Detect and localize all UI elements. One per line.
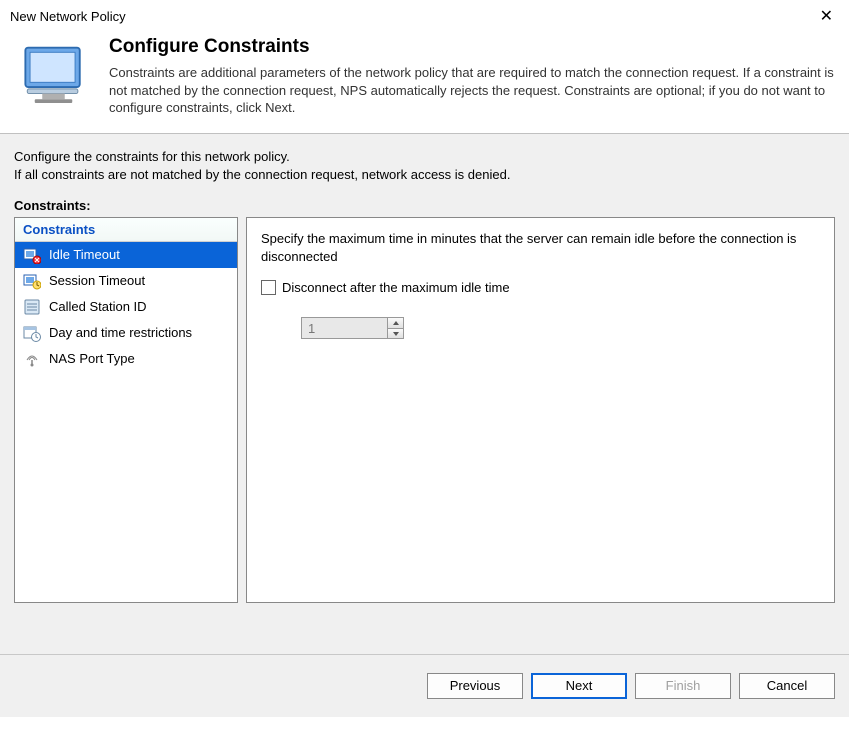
chevron-down-icon: [393, 332, 399, 336]
close-icon[interactable]: ✕: [814, 6, 839, 26]
disconnect-checkbox[interactable]: [261, 280, 276, 295]
intro-text: Configure the constraints for this netwo…: [14, 148, 835, 184]
window-title: New Network Policy: [10, 9, 126, 24]
constraint-item-label: Session Timeout: [49, 273, 145, 289]
previous-button[interactable]: Previous: [427, 673, 523, 699]
wizard-footer: Previous Next Finish Cancel: [0, 654, 849, 717]
constraint-item-called-station-id[interactable]: Called Station ID: [15, 294, 237, 320]
next-button[interactable]: Next: [531, 673, 627, 699]
constraint-item-label: Day and time restrictions: [49, 325, 192, 341]
constraint-item-idle-timeout[interactable]: Idle Timeout: [15, 242, 237, 268]
spinner-down-button[interactable]: [388, 329, 403, 339]
chevron-up-icon: [393, 321, 399, 325]
session-timeout-icon: [23, 272, 41, 290]
constraints-list: Constraints Idle Timeout Session Timeout…: [14, 217, 238, 603]
constraint-item-day-time-restrictions[interactable]: Day and time restrictions: [15, 320, 237, 346]
constraints-group-header: Constraints: [15, 218, 237, 242]
constraint-item-session-timeout[interactable]: Session Timeout: [15, 268, 237, 294]
disconnect-checkbox-label: Disconnect after the maximum idle time: [282, 280, 510, 295]
page-title: Configure Constraints: [109, 36, 839, 58]
monitor-icon: [16, 42, 91, 112]
constraint-item-label: NAS Port Type: [49, 351, 135, 367]
detail-description: Specify the maximum time in minutes that…: [261, 230, 820, 266]
wizard-body: Configure the constraints for this netwo…: [0, 134, 849, 654]
cancel-button[interactable]: Cancel: [739, 673, 835, 699]
constraint-item-label: Called Station ID: [49, 299, 147, 315]
constraint-item-nas-port-type[interactable]: NAS Port Type: [15, 346, 237, 372]
constraint-detail-panel: Specify the maximum time in minutes that…: [246, 217, 835, 603]
spinner-up-button[interactable]: [388, 318, 403, 329]
constraints-label: Constraints:: [14, 198, 835, 213]
day-time-icon: [23, 324, 41, 342]
constraint-item-label: Idle Timeout: [49, 247, 120, 263]
called-station-id-icon: [23, 298, 41, 316]
page-description: Constraints are additional parameters of…: [109, 64, 839, 117]
wizard-header: Configure Constraints Constraints are ad…: [0, 30, 849, 134]
idle-minutes-input[interactable]: 1: [301, 317, 388, 339]
titlebar: New Network Policy ✕: [0, 0, 849, 30]
idle-minutes-spinner[interactable]: 1: [301, 317, 404, 339]
idle-timeout-icon: [23, 246, 41, 264]
finish-button: Finish: [635, 673, 731, 699]
nas-port-type-icon: [23, 350, 41, 368]
